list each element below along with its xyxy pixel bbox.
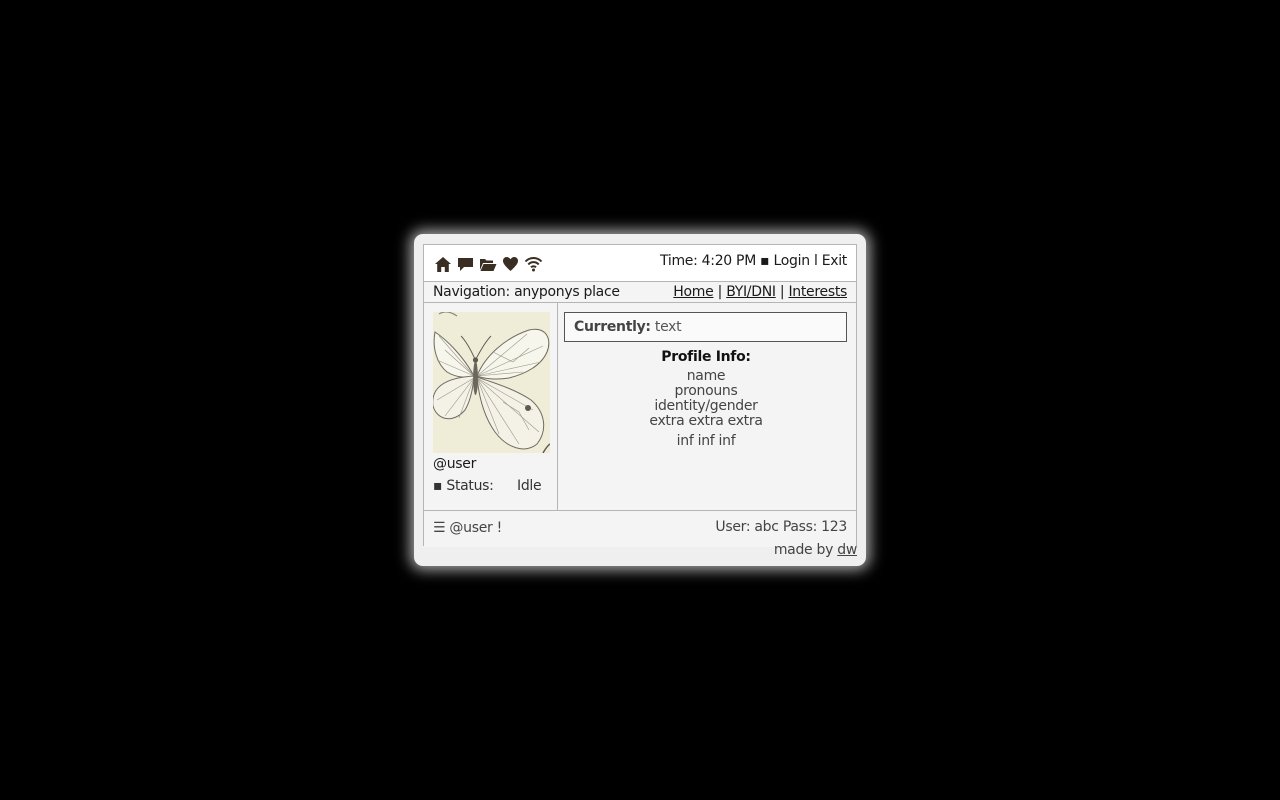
wifi-icon[interactable] <box>524 256 543 272</box>
nav-separator: | <box>717 284 723 300</box>
clock-login-area: Time: 4:20 PM ▪ Login l Exit <box>660 253 847 269</box>
profile-info-title: Profile Info: <box>661 349 751 365</box>
status-row: ▪ Status: Idle <box>433 478 543 494</box>
status-value: Idle <box>517 478 542 494</box>
profile-panel: Time: 4:20 PM ▪ Login l Exit Navigation:… <box>423 244 857 547</box>
profile-sidebar: @user ▪ Status: Idle <box>424 303 558 510</box>
profile-info: Profile Info: name pronouns identity/gen… <box>558 349 854 449</box>
navigation-bar: Navigation: anyponys place Home | BYI/DN… <box>424 282 856 303</box>
avatar <box>433 312 550 453</box>
profile-name: name <box>686 368 726 384</box>
credit-line: made by dw <box>774 542 857 558</box>
profile-inf: inf inf inf <box>676 433 736 449</box>
footer-greeting: ☰ @user ! <box>433 520 502 536</box>
currently-box: Currently: text <box>564 312 847 342</box>
currently-label: Currently: <box>574 319 651 335</box>
profile-main: Currently: text Profile Info: name prono… <box>558 303 856 510</box>
time-label: Time: <box>660 253 698 269</box>
nav-link-interests[interactable]: Interests <box>788 284 847 300</box>
login-exit-divider: l <box>813 253 818 269</box>
bullet-separator: ▪ <box>760 253 770 269</box>
sidebar-username: @user <box>433 456 477 472</box>
footer-credentials: User: abc Pass: 123 <box>715 519 847 535</box>
exit-link[interactable]: Exit <box>822 253 848 269</box>
menu-icon[interactable]: ☰ <box>433 520 446 536</box>
currently-value: text <box>654 319 682 335</box>
place-name: anyponys place <box>514 284 620 300</box>
profile-extra: extra extra extra <box>649 413 763 429</box>
profile-pronouns: pronouns <box>674 383 738 399</box>
folder-icon[interactable] <box>479 257 497 272</box>
profile-window: Time: 4:20 PM ▪ Login l Exit Navigation:… <box>414 234 866 566</box>
footer-username: @user ! <box>449 520 502 536</box>
time-value: 4:20 PM <box>701 253 757 269</box>
top-toolbar: Time: 4:20 PM ▪ Login l Exit <box>424 245 856 282</box>
nav-links: Home | BYI/DNI | Interests <box>673 284 847 300</box>
nav-separator: | <box>779 284 785 300</box>
chat-icon[interactable] <box>457 256 474 273</box>
butterfly-illustration <box>433 312 550 453</box>
navigation-label: Navigation: anyponys place <box>433 284 620 300</box>
profile-identity: identity/gender <box>654 398 758 414</box>
home-icon[interactable] <box>434 256 452 273</box>
status-label: Status: <box>446 478 494 494</box>
toolbar-icons <box>434 255 543 273</box>
credit-text: made by <box>773 542 834 558</box>
credit-link[interactable]: dw <box>837 542 857 558</box>
heart-icon[interactable] <box>502 256 519 272</box>
nav-link-home[interactable]: Home <box>673 284 713 300</box>
login-link[interactable]: Login <box>774 253 811 269</box>
navigation-caption: Navigation: <box>433 284 510 300</box>
status-bullet: ▪ <box>433 478 443 494</box>
nav-link-byi-dni[interactable]: BYI/DNI <box>726 284 776 300</box>
